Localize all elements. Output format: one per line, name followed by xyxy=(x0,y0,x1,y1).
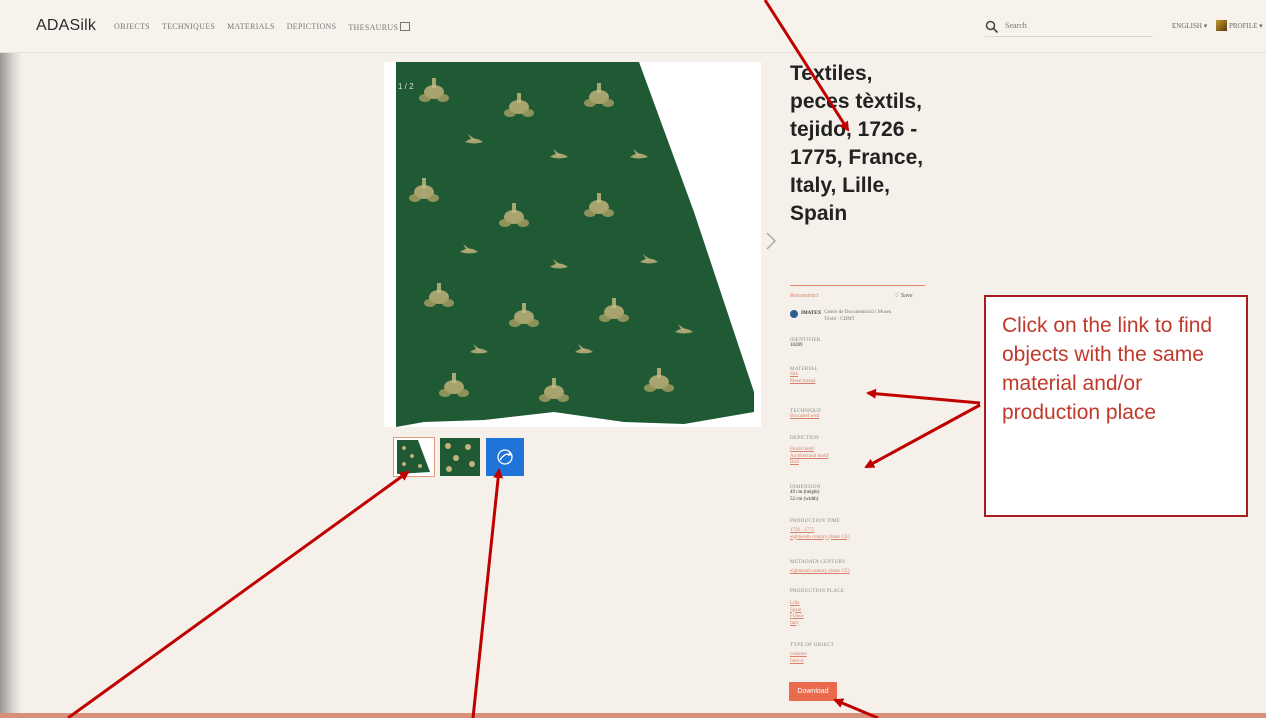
main-textile-image[interactable] xyxy=(384,62,761,427)
dimension-height: 49 cm (height) xyxy=(790,490,820,495)
nav-objects[interactable]: OBJECTS xyxy=(114,22,150,32)
save-button[interactable]: ♡ Save xyxy=(894,292,913,299)
profile-label: PROFILE ▾ xyxy=(1229,21,1263,30)
footer-bar xyxy=(0,713,1266,718)
language-selector[interactable]: ENGLISH ▾ xyxy=(1172,22,1207,30)
rotate-3d-icon xyxy=(497,449,513,465)
arrow-to-material xyxy=(866,388,981,405)
textile-detail-thumbnail-icon xyxy=(440,438,480,476)
dimension-section: DIMENSION 49 cm (height) 52 cm (width) xyxy=(790,485,821,503)
nav-thesaurus[interactable]: THESAURUS xyxy=(348,22,411,32)
textile-thumbnail-icon xyxy=(394,438,434,476)
identifier-value: 18289 xyxy=(790,343,803,348)
search-icon xyxy=(985,20,999,34)
depiction-section: DEPICTION Floral motif Architectural mot… xyxy=(790,436,828,467)
download-button[interactable]: Download xyxy=(789,682,837,701)
production-time-label: PRODUCTION TIME xyxy=(790,519,841,524)
avatar xyxy=(1216,20,1227,31)
production-place-section: PRODUCTION PLACE Lille Spain France Ital… xyxy=(790,589,844,627)
save-label: Save xyxy=(900,293,913,299)
chevron-right-icon[interactable] xyxy=(764,230,778,252)
title-divider xyxy=(790,285,925,286)
production-place-label: PRODUCTION PLACE xyxy=(790,589,845,594)
profile-menu[interactable]: PROFILE ▾ xyxy=(1216,20,1263,31)
metadata-century-label: METADATA CENTURY xyxy=(790,560,846,565)
nav-thesaurus-label: THESAURUS xyxy=(348,23,399,32)
place-link-italy[interactable]: Italy xyxy=(790,621,844,628)
main-nav: OBJECTS TECHNIQUES MATERIALS DEPICTIONS … xyxy=(114,22,411,32)
data-provider[interactable]: IMATEX Centre de Documentació i Museu Tè… xyxy=(790,309,894,323)
type-of-object-label: TYPE OF OBJECT xyxy=(790,643,834,648)
provider-logo-icon xyxy=(790,310,798,318)
top-navigation-bar: ADASilk OBJECTS TECHNIQUES MATERIALS DEP… xyxy=(0,0,1266,53)
type-link-fabrics[interactable]: fabrics xyxy=(790,659,834,666)
material-link-metal-thread[interactable]: Metal thread xyxy=(790,379,818,386)
annotation-callout: Click on the link to find objects with t… xyxy=(984,295,1248,517)
depiction-link-bird[interactable]: Bird xyxy=(790,460,828,467)
arrow-to-thumbnail xyxy=(67,470,410,718)
dimension-width: 52 cm (width) xyxy=(790,496,819,502)
thumbnail-1[interactable] xyxy=(393,437,435,477)
thumbnail-2[interactable] xyxy=(440,438,480,476)
provider-name: IMATEX xyxy=(801,311,822,316)
technique-link[interactable]: Brocaded weft xyxy=(790,414,821,421)
nav-techniques[interactable]: TECHNIQUES xyxy=(162,22,215,32)
site-logo[interactable]: ADASilk xyxy=(36,17,96,35)
provider-institution: Centre de Documentació i Museu Tèxtil - … xyxy=(824,310,892,322)
arrow-to-depiction xyxy=(864,403,981,469)
thumbnail-strip xyxy=(393,437,524,477)
production-time-section: PRODUCTION TIME 1726 - 1775 eighteenth c… xyxy=(790,519,850,541)
external-link-icon xyxy=(400,22,411,31)
identifier-section: IDENTIFIER 18289 xyxy=(790,338,821,350)
search-box[interactable] xyxy=(985,19,1153,37)
thumbnail-3d-view[interactable] xyxy=(486,438,524,476)
reconstruct-link[interactable]: Reconstruct xyxy=(790,293,819,299)
nav-depictions[interactable]: DEPICTIONS xyxy=(287,22,337,32)
metadata-century-link[interactable]: eighteenth century (dates CE) xyxy=(790,569,850,576)
image-counter: 1 / 2 xyxy=(398,82,414,91)
arrow-to-3d-view xyxy=(471,468,504,718)
material-section: MATERIAL Silk Metal thread xyxy=(790,367,818,385)
depiction-label: DEPICTION xyxy=(790,436,820,441)
record-title: Textiles, peces tèxtils, tejido, 1726 - … xyxy=(790,62,924,225)
textile-image xyxy=(384,62,761,427)
metadata-century-section: METADATA CENTURY eighteenth century (dat… xyxy=(790,560,850,576)
nav-materials[interactable]: MATERIALS xyxy=(227,22,275,32)
type-of-object-section: TYPE OF OBJECT costume fabrics xyxy=(790,643,834,665)
technique-section: TECHNIQUE Brocaded weft xyxy=(790,409,821,421)
production-time-link-century[interactable]: eighteenth century (dates CE) xyxy=(790,535,850,542)
window-edge-shadow xyxy=(0,0,22,718)
search-input[interactable] xyxy=(1003,20,1147,31)
